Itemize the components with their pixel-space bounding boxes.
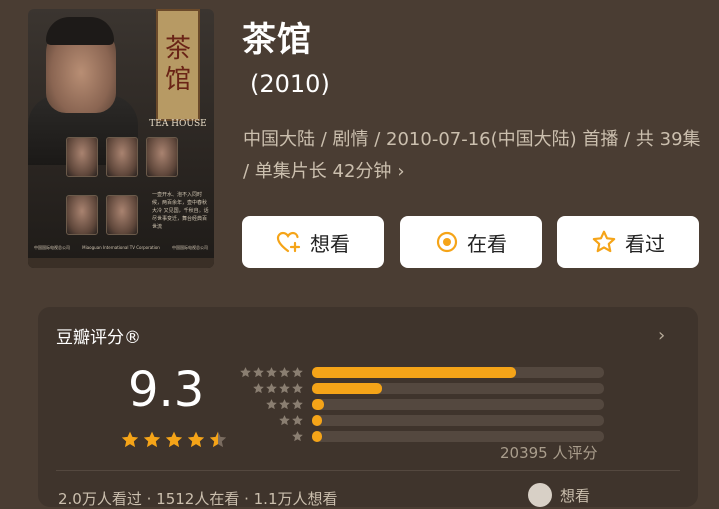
star-icon [292,366,303,377]
rating-stars [120,430,228,450]
distribution-row-stars [238,414,304,427]
distribution-bar-2星 [312,414,322,426]
poster-credits: 中国国际电视总公司 Miaoguan International TV Corp… [34,245,208,251]
avatar [528,483,552,507]
distribution-bar-track [312,382,604,394]
want-to-watch-label: 想看 [310,231,350,256]
distribution-row [238,429,604,443]
star-outline-icon [592,230,616,253]
poster-english-title: TEA HOUSE [149,119,207,129]
distribution-row [238,397,604,411]
distribution-bar-3星 [312,398,324,410]
distribution-row [238,365,604,379]
star-icon [253,366,264,377]
distribution-row-stars [238,398,304,411]
poster-credit: 中国国际电视总公司 [172,245,208,250]
distribution-row-stars [238,382,304,395]
star-icon [121,431,139,448]
star-icon [279,398,290,409]
poster-figure-hat [46,17,114,45]
star-icon [240,366,251,377]
poster-cast-photo [66,137,98,177]
star-icon [292,398,303,409]
star-icon [279,382,290,393]
watching-button[interactable]: 在看 [400,216,542,268]
distribution-row-stars [238,430,304,443]
star-icon [279,414,290,425]
poster-credit: 中国国际电视总公司 [34,245,70,250]
poster-blurb: 一壶开水、泡不入同时候，两百余年，壶中春秋大冷 又见国，千秋自。话尽世事变迁，舞… [152,192,209,230]
watching-label: 在看 [467,231,507,256]
movie-title: 茶馆 [242,20,312,60]
poster-cast-photo [66,195,98,235]
poster-title-char: 茶 [164,33,191,64]
distribution-bar-track [312,430,604,442]
poster-cast-photo [106,195,138,235]
star-icon [279,366,290,377]
poster-title-box: 茶 馆 [156,9,200,121]
watched-button[interactable]: 看过 [557,216,699,268]
star-icon [143,431,161,448]
distribution-bar-track [312,398,604,410]
star-icon [292,414,303,425]
distribution-bar-5星 [312,366,517,378]
poster-cast-photo [106,137,138,177]
distribution-bar-4星 [312,382,383,394]
star-icon [266,382,277,393]
star-icon [253,382,264,393]
star-icon [187,431,205,448]
movie-meta[interactable]: 中国大陆 / 剧情 / 2010-07-16(中国大陆) 首播 / 共 39集 … [243,124,703,188]
distribution-row [238,413,604,427]
target-circle-icon [436,231,458,253]
distribution-row-stars [238,366,304,379]
chevron-right-icon[interactable]: › [658,325,665,346]
poster-credit: Miaoguan International TV Corporation [82,245,160,250]
heart-plus-icon [276,231,301,253]
chevron-right-icon: › [397,161,405,182]
star-icon [165,431,183,448]
divider [56,470,680,471]
watched-label: 看过 [625,231,665,256]
distribution-bar-1星 [312,430,322,442]
distribution-bar-track [312,414,604,426]
star-icon [266,366,277,377]
rating-count: 20395 人评分 [500,444,598,462]
friends-want-watch[interactable]: 想看 [528,483,590,507]
movie-year: (2010) [250,70,330,98]
distribution-row [238,381,604,395]
poster-image[interactable]: 茶 馆 TEA HOUSE 一壶开水、泡不入同时候，两百余年，壶中春秋大冷 又见… [28,9,214,268]
poster-bottom-strip [28,258,214,268]
movie-meta-text: 中国大陆 / 剧情 / 2010-07-16(中国大陆) 首播 / 共 39集 … [243,129,701,182]
want-to-watch-button[interactable]: 想看 [242,216,384,268]
rating-card[interactable]: 豆瓣评分® › 9.3 20395 人评分 2.0万人看过 · 1512人在看 … [38,307,698,508]
star-icon [292,430,303,441]
rating-header: 豆瓣评分® [56,328,141,348]
star-icon [209,431,227,448]
poster-title-char: 馆 [164,65,191,95]
distribution-bar-track [312,366,604,378]
poster-cast-photo [146,137,178,177]
star-icon [292,382,303,393]
watch-stats: 2.0万人看过 · 1512人在看 · 1.1万人想看 [58,490,338,508]
friends-want-watch-label: 想看 [560,486,591,505]
rating-score: 9.3 [128,362,205,418]
star-icon [266,398,277,409]
